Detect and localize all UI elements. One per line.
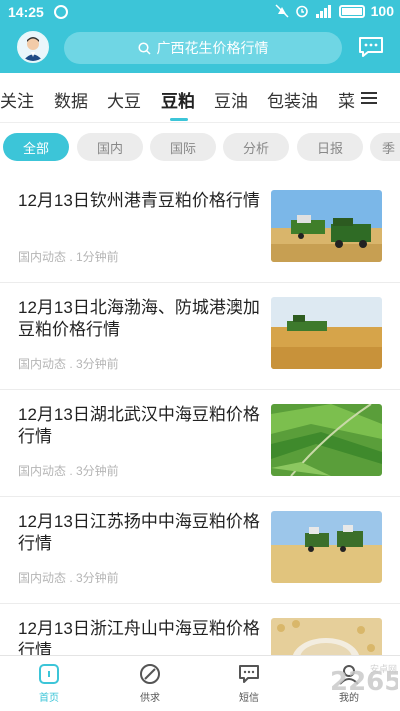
nav-label: 首页 xyxy=(39,693,59,704)
news-meta: 国内动态 . 1分钟前 xyxy=(18,250,119,264)
status-time: 14:25 xyxy=(8,4,44,20)
news-meta: 国内动态 . 3分钟前 xyxy=(18,571,119,585)
tab-category[interactable]: 大豆 xyxy=(107,87,141,112)
news-item[interactable]: 12月13日钦州港青豆粕价格行情 国内动态 . 1分钟前 xyxy=(0,176,400,283)
news-title: 12月13日北海渤海、防城港澳加豆粕价格行情 xyxy=(18,298,260,339)
active-tab-indicator xyxy=(170,118,188,121)
news-meta: 国内动态 . 3分钟前 xyxy=(18,464,119,478)
news-item[interactable]: 12月13日北海渤海、防城港澳加豆粕价格行情 国内动态 . 3分钟前 xyxy=(0,283,400,390)
watermark-logo: 2265 安卓网 xyxy=(330,663,398,697)
sync-icon xyxy=(54,5,68,19)
news-thumbnail xyxy=(271,511,382,583)
menu-icon[interactable] xyxy=(361,91,377,105)
sms-icon xyxy=(239,665,259,683)
nav-label: 短信 xyxy=(239,693,259,704)
subtab[interactable]: 季 xyxy=(370,133,400,161)
nav-sms[interactable]: 短信 xyxy=(219,662,279,710)
news-item[interactable]: 12月13日湖北武汉中海豆粕价格行情 国内动态 . 3分钟前 xyxy=(0,390,400,497)
news-title: 12月13日江苏扬中中海豆粕价格行情 xyxy=(18,512,260,553)
supply-icon xyxy=(140,664,160,684)
subtab[interactable]: 分析 xyxy=(223,133,289,161)
subtab[interactable]: 国际 xyxy=(150,133,216,161)
nav-supply[interactable]: 供求 xyxy=(120,662,180,710)
subtab[interactable]: 日报 xyxy=(297,133,363,161)
user-avatar[interactable] xyxy=(17,31,49,63)
subcategory-tabs: 全部 国内 国际 分析 日报 季 xyxy=(0,123,400,170)
alarm-icon xyxy=(295,5,308,18)
tab-category[interactable]: 包装油 xyxy=(267,87,318,112)
news-meta: 国内动态 . 3分钟前 xyxy=(18,357,119,371)
chat-bubble-icon[interactable] xyxy=(358,36,384,58)
tab-category[interactable]: 关注 xyxy=(0,87,34,112)
nav-label: 供求 xyxy=(140,693,160,704)
avatar-icon xyxy=(19,33,47,61)
news-thumbnail xyxy=(271,297,382,369)
news-thumbnail xyxy=(271,190,382,262)
search-icon xyxy=(137,41,151,55)
nav-home[interactable]: 首页 xyxy=(19,662,79,710)
tab-category-active[interactable]: 豆粕 xyxy=(161,87,195,112)
news-title: 12月13日钦州港青豆粕价格行情 xyxy=(18,191,260,210)
search-bar[interactable]: 广西花生价格行情 xyxy=(64,32,342,64)
battery-icon xyxy=(338,4,365,18)
search-placeholder: 广西花生价格行情 xyxy=(156,40,269,56)
svg-text:安卓网: 安卓网 xyxy=(370,663,397,675)
news-thumbnail xyxy=(271,404,382,476)
status-bar: 14:25 100 xyxy=(0,0,400,24)
news-title: 12月13日湖北武汉中海豆粕价格行情 xyxy=(18,405,260,446)
mute-icon xyxy=(275,4,289,18)
tab-category[interactable]: 菜 xyxy=(338,87,355,112)
subtab[interactable]: 国内 xyxy=(77,133,143,161)
tab-category[interactable]: 豆油 xyxy=(214,87,248,112)
signal-icon xyxy=(315,4,331,18)
subtab-active[interactable]: 全部 xyxy=(3,133,69,161)
battery-level: 100 xyxy=(370,3,394,19)
category-tabs: 关注 数据 大豆 豆粕 豆油 包装油 菜 xyxy=(0,73,400,123)
app-header: 14:25 100 广西花生价格行情 xyxy=(0,0,400,73)
status-icons: 100 xyxy=(275,3,394,19)
home-icon xyxy=(39,664,59,684)
news-item[interactable]: 12月13日江苏扬中中海豆粕价格行情 国内动态 . 3分钟前 xyxy=(0,497,400,604)
tab-category[interactable]: 数据 xyxy=(54,87,88,112)
